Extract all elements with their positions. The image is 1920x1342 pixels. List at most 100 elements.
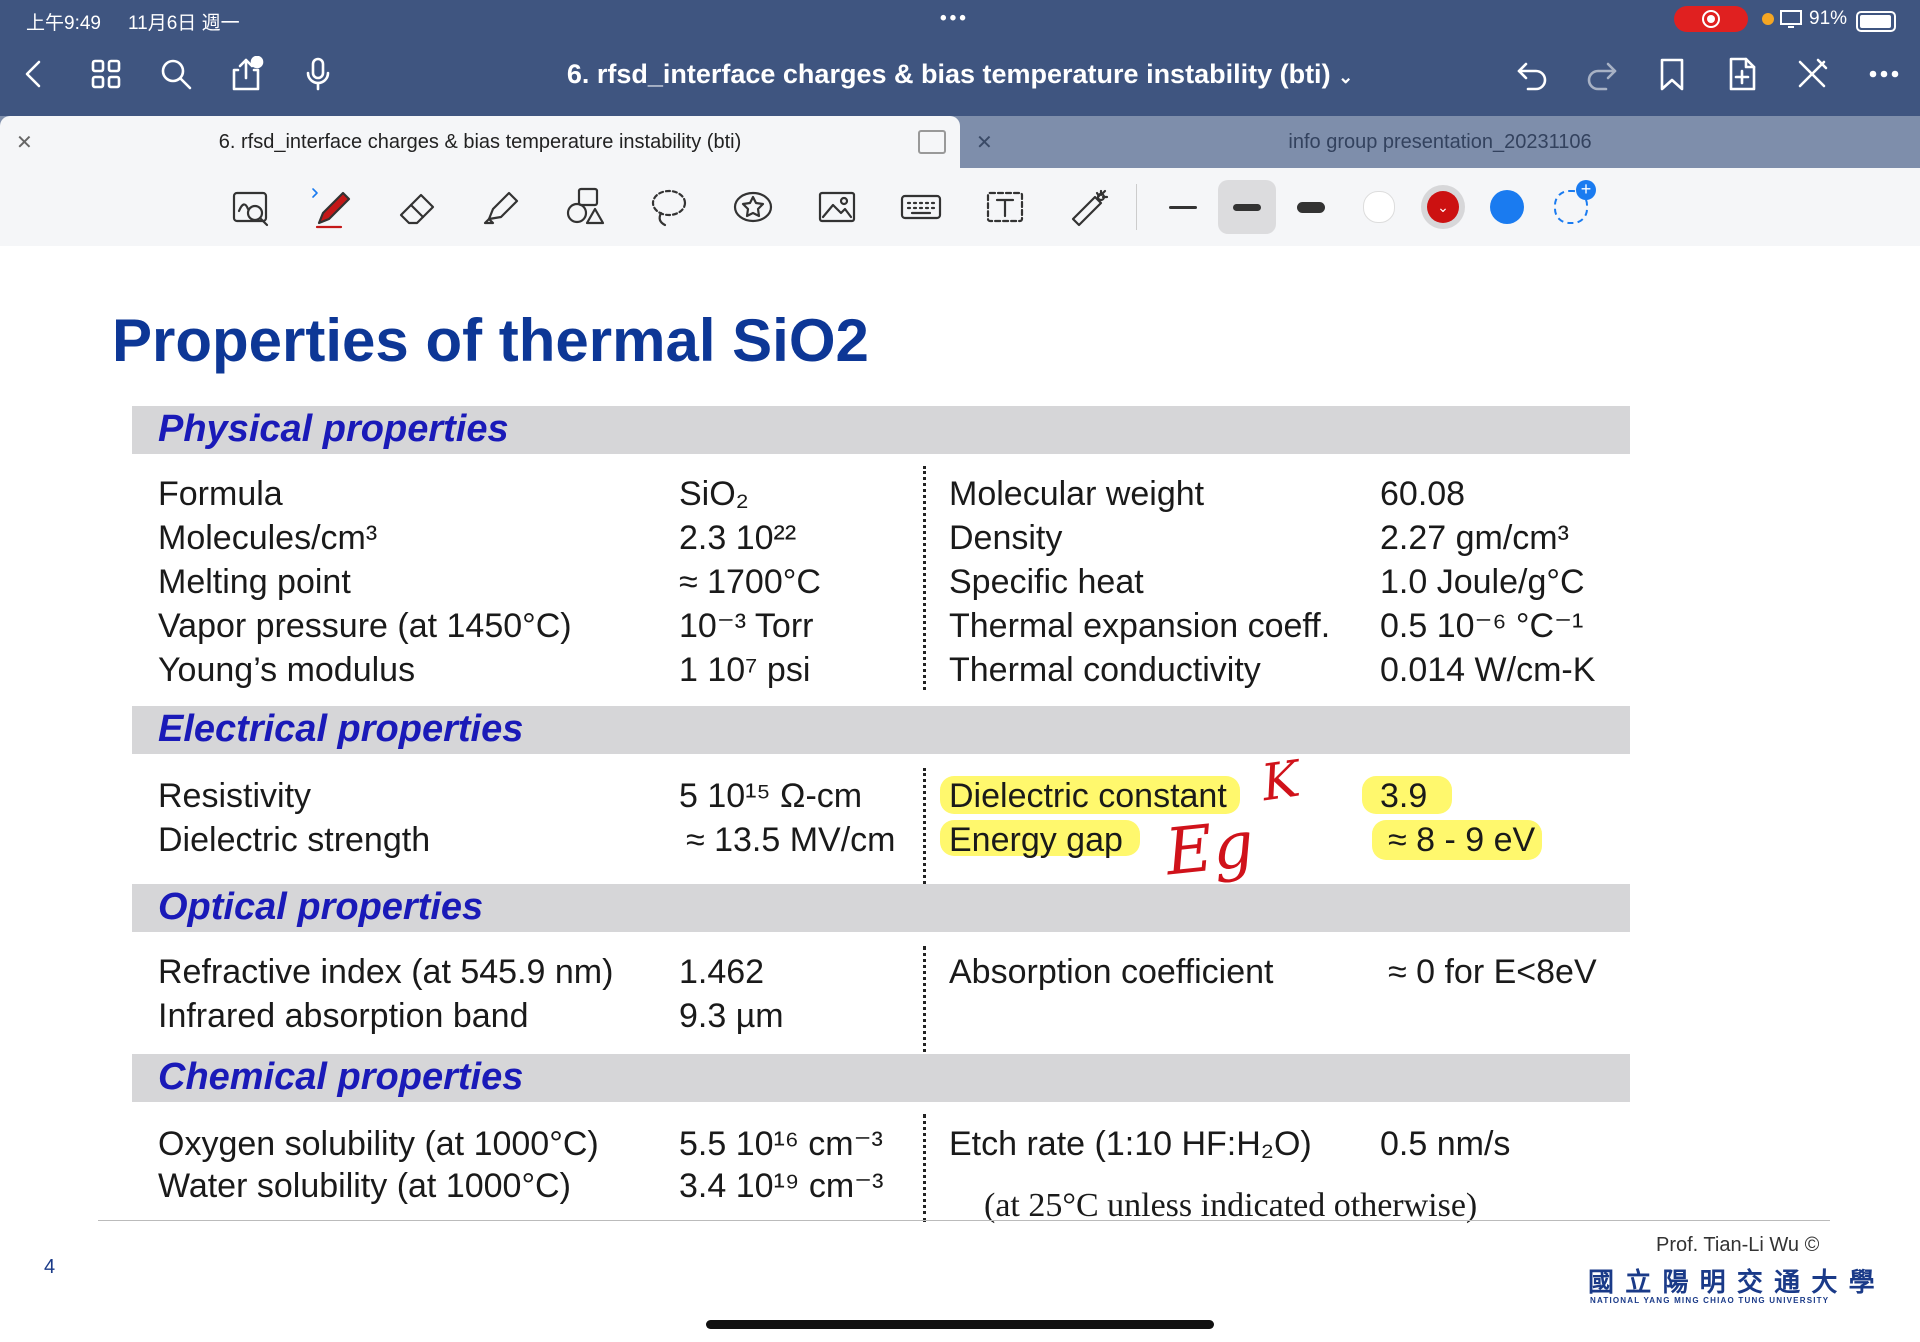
property-value: 5 10¹⁵ Ω-cm	[679, 777, 863, 815]
university-logo-cn: 國 立 陽 明 交 通 大 學	[1588, 1267, 1877, 1297]
property-label: Refractive index (at 545.9 nm)	[158, 953, 614, 991]
section-header-electrical: Electrical properties	[132, 706, 1630, 754]
color-red-swatch[interactable]: ⌄	[1414, 180, 1472, 234]
property-value: 1.0 Joule/g°C	[1380, 563, 1585, 601]
footnote: (at 25°C unless indicated otherwise)	[984, 1187, 1478, 1224]
toolbar-divider	[1136, 184, 1137, 230]
close-icon[interactable]: ✕	[16, 130, 33, 155]
property-label: Thermal conductivity	[949, 651, 1261, 689]
property-label: Molecules/cm³	[158, 519, 378, 557]
footer-rule	[98, 1220, 1830, 1221]
property-value: ≈ 8 - 9 eV	[1388, 821, 1536, 859]
tab-inactive[interactable]: ✕ info group presentation_20231106	[960, 116, 1920, 168]
bookmark-icon[interactable]	[1650, 52, 1694, 96]
page-number: 4	[44, 1256, 56, 1278]
property-label: Formula	[158, 475, 283, 513]
property-value: 1 10⁷ psi	[679, 651, 811, 689]
app-header: 上午9:49 11月6日 週一 ••• 91% 6. rfsd_interfac…	[0, 0, 1920, 120]
property-label: Absorption coefficient	[949, 953, 1274, 991]
undo-icon[interactable]	[1510, 52, 1554, 96]
property-label: Density	[949, 519, 1063, 557]
indicator-dot	[1762, 13, 1774, 25]
property-label: Vapor pressure (at 1450°C)	[158, 607, 572, 645]
color-blue-swatch[interactable]	[1478, 180, 1536, 234]
property-value: 2.3 10²²	[679, 519, 797, 557]
property-value: 9.3 µm	[679, 997, 784, 1035]
add-page-icon[interactable]	[1720, 52, 1764, 96]
property-value: SiO₂	[679, 475, 749, 513]
property-label: Specific heat	[949, 563, 1144, 601]
battery-percent: 91%	[1809, 8, 1848, 29]
section-header-chemical: Chemical properties	[132, 1054, 1630, 1102]
property-value: ≈ 1700°C	[679, 563, 821, 601]
property-label: Young’s modulus	[158, 651, 416, 689]
slide-credit: Prof. Tian-Li Wu ©	[1656, 1234, 1820, 1256]
stroke-medium-button[interactable]	[1218, 180, 1276, 234]
chevron-down-icon[interactable]: ⌄	[1338, 67, 1353, 87]
property-value: ≈ 13.5 MV/cm	[686, 821, 896, 859]
zoom-window-icon[interactable]	[222, 180, 280, 234]
column-divider	[923, 1114, 926, 1222]
handwritten-k: K	[1258, 749, 1304, 813]
annotation-toolbar: ⌄ +	[0, 168, 1920, 247]
property-label: Energy gap	[949, 821, 1123, 859]
close-icon[interactable]: ✕	[976, 130, 993, 155]
add-color-icon[interactable]: +	[1542, 180, 1600, 234]
highlighter-icon[interactable]	[472, 180, 530, 234]
property-value: ≈ 0 for E<8eV	[1388, 953, 1597, 991]
tab-bar: ✕ 6. rfsd_interface charges & bias tempe…	[0, 116, 1920, 168]
slide-title: Properties of thermal SiO2	[112, 307, 869, 374]
redo-icon[interactable]	[1580, 52, 1624, 96]
property-value: 2.27 gm/cm³	[1380, 519, 1569, 557]
sticker-icon[interactable]	[724, 180, 782, 234]
slide-page: Properties of thermal SiO2 Physical prop…	[0, 246, 1920, 1312]
keyboard-icon[interactable]	[892, 180, 950, 234]
screen-record-icon[interactable]	[1674, 6, 1748, 32]
lasso-icon[interactable]	[640, 180, 698, 234]
property-value: 60.08	[1380, 475, 1466, 513]
laser-pointer-icon[interactable]	[1060, 180, 1118, 234]
stroke-thin-button[interactable]	[1154, 180, 1212, 234]
property-label: Melting point	[158, 563, 351, 601]
chevron-down-icon: ⌄	[1427, 191, 1459, 223]
more-icon[interactable]	[1862, 52, 1906, 96]
stroke-thick-button[interactable]	[1282, 180, 1340, 234]
pen-icon[interactable]	[304, 180, 362, 234]
tab-label: 6. rfsd_interface charges & bias tempera…	[218, 130, 742, 153]
color-white-swatch[interactable]	[1350, 180, 1408, 234]
status-time: 上午9:49	[26, 13, 101, 34]
property-label: Oxygen solubility (at 1000°C)	[158, 1125, 599, 1163]
section-header-physical: Physical properties	[132, 406, 1630, 454]
image-icon[interactable]	[808, 180, 866, 234]
tab-active[interactable]: ✕ 6. rfsd_interface charges & bias tempe…	[0, 116, 960, 168]
column-divider	[923, 768, 926, 884]
property-value: 3.9	[1380, 777, 1428, 815]
document-title[interactable]: 6. rfsd_interface charges & bias tempera…	[0, 59, 1920, 90]
property-value: 1.462	[679, 953, 765, 991]
property-value: 0.5 nm/s	[1380, 1125, 1511, 1163]
column-divider	[923, 466, 926, 690]
text-icon[interactable]	[976, 180, 1034, 234]
pen-tools-icon[interactable]	[1790, 52, 1834, 96]
property-value: 10⁻³ Torr	[679, 607, 814, 645]
status-date: 11月6日 週一	[128, 13, 240, 34]
tab-label: info group presentation_20231106	[1288, 130, 1592, 153]
university-logo-en: NATIONAL YANG MING CHIAO TUNG UNIVERSITY	[1590, 1296, 1830, 1305]
property-value: 5.5 10¹⁶ cm⁻³	[679, 1125, 883, 1163]
property-label: Water solubility (at 1000°C)	[158, 1167, 571, 1205]
property-label: Etch rate (1:10 HF:H₂O)	[949, 1125, 1312, 1163]
cast-icon	[1780, 10, 1802, 34]
shapes-icon[interactable]	[556, 180, 614, 234]
property-value: 3.4 10¹⁹ cm⁻³	[679, 1167, 884, 1205]
handwritten-eg: Eg	[1162, 807, 1258, 891]
property-label: Infrared absorption band	[158, 997, 529, 1035]
eraser-icon[interactable]	[388, 180, 446, 234]
property-value: 0.5 10⁻⁶ °C⁻¹	[1380, 607, 1584, 645]
battery-icon	[1856, 11, 1896, 32]
property-label: Molecular weight	[949, 475, 1205, 513]
home-indicator[interactable]	[706, 1320, 1214, 1329]
section-header-optical: Optical properties	[132, 884, 1630, 932]
split-view-icon[interactable]	[918, 130, 946, 154]
multitask-dots-icon[interactable]: •••	[940, 8, 969, 30]
property-label: Dielectric strength	[158, 821, 431, 859]
